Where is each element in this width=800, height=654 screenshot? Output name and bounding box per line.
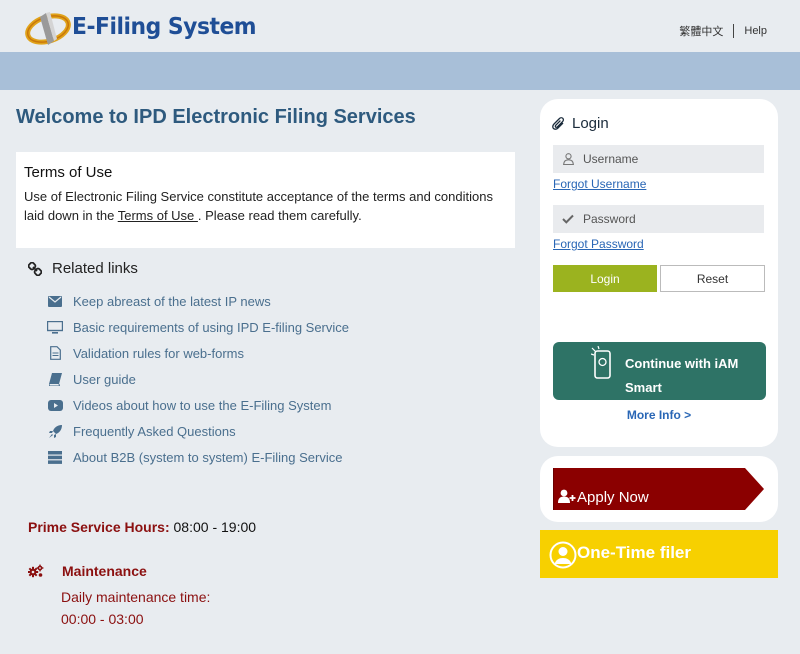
terms-text: Use of Electronic Filing Service constit…	[24, 187, 507, 225]
maintenance-line-1: Daily maintenance time:	[61, 589, 211, 605]
password-field	[553, 205, 764, 233]
apply-now-card: Apply Now	[540, 456, 778, 522]
related-link-videos[interactable]: Videos about how to use the E-Filing Sys…	[46, 392, 349, 418]
related-link-faq[interactable]: Frequently Asked Questions	[46, 418, 349, 444]
login-button[interactable]: Login	[553, 265, 657, 292]
reset-button[interactable]: Reset	[660, 265, 765, 292]
related-link-label: User guide	[73, 371, 136, 387]
divider	[733, 24, 735, 38]
apply-now-button[interactable]: Apply Now	[552, 468, 765, 510]
prime-value: 08:00 - 19:00	[169, 519, 257, 535]
maintenance-info: Daily maintenance time: 00:00 - 03:00	[61, 586, 210, 630]
related-link-user-guide[interactable]: User guide	[46, 366, 349, 392]
rocket-icon	[46, 424, 64, 438]
youtube-icon	[46, 399, 64, 411]
iam-smart-button[interactable]: Continue with iAM Smart	[553, 342, 766, 400]
one-time-filer-label: One-Time filer	[577, 543, 691, 562]
efiling-logo[interactable]: E-Filing System	[24, 6, 266, 48]
related-link-label: Basic requirements of using IPD E-filing…	[73, 319, 350, 335]
login-card: Login Forgot Username Forgot Password Lo…	[540, 99, 778, 447]
header-band	[0, 52, 800, 90]
related-links-list: Keep abreast of the latest IP news Basic…	[46, 288, 349, 470]
related-link-label: Videos about how to use the E-Filing Sys…	[73, 397, 332, 413]
related-link-label: Frequently Asked Questions	[73, 423, 236, 439]
password-input[interactable]	[583, 212, 743, 226]
related-links-heading: Related links	[28, 260, 138, 277]
apply-now-label: Apply Now	[577, 489, 649, 506]
maintenance-title: Maintenance	[62, 563, 147, 579]
terms-of-use-link[interactable]: Terms of Use	[118, 208, 198, 223]
iam-smart-phone-icon	[590, 345, 615, 383]
forgot-username-link[interactable]: Forgot Username	[553, 177, 646, 191]
username-input[interactable]	[583, 152, 743, 166]
more-info-link[interactable]: More Info >	[540, 408, 778, 422]
user-circle-icon	[549, 541, 577, 574]
maintenance-line-2: 00:00 - 03:00	[61, 611, 144, 627]
related-link-news[interactable]: Keep abreast of the latest IP news	[46, 288, 349, 314]
prime-label: Prime Service Hours:	[28, 519, 170, 535]
login-heading: Login	[552, 115, 609, 132]
link-icon	[28, 261, 42, 276]
terms-of-use-box: Terms of Use Use of Electronic Filing Se…	[16, 152, 515, 248]
maintenance-heading: Maintenance	[28, 563, 147, 579]
paperclip-icon	[552, 116, 565, 130]
top-links: 繁體中文 Help	[679, 23, 767, 39]
one-time-filer-button[interactable]: One-Time filer	[540, 530, 778, 578]
logo-text: E-Filing System	[72, 14, 257, 40]
related-links-title: Related links	[52, 260, 138, 277]
page-title: Welcome to IPD Electronic Filing Service…	[16, 106, 416, 128]
user-icon	[561, 153, 575, 165]
related-link-label: About B2B (system to system) E-Filing Se…	[73, 449, 343, 465]
add-user-icon	[558, 489, 576, 508]
login-title: Login	[572, 115, 609, 132]
related-link-b2b[interactable]: About B2B (system to system) E-Filing Se…	[46, 444, 349, 470]
related-link-label: Validation rules for web-forms	[73, 345, 244, 361]
language-link[interactable]: 繁體中文	[679, 23, 723, 39]
check-icon	[561, 214, 575, 224]
username-field	[553, 145, 764, 173]
prime-service-hours: Prime Service Hours: 08:00 - 19:00	[28, 519, 256, 535]
related-link-requirements[interactable]: Basic requirements of using IPD E-filing…	[46, 314, 349, 340]
related-link-label: Keep abreast of the latest IP news	[73, 293, 271, 309]
header: E-Filing System 繁體中文 Help	[0, 0, 800, 52]
iam-smart-label: Continue with iAM Smart	[625, 356, 739, 395]
monitor-icon	[46, 320, 64, 334]
server-icon	[46, 450, 64, 464]
envelope-icon	[46, 295, 64, 307]
logo-ring-icon	[24, 7, 76, 47]
terms-heading: Terms of Use	[24, 164, 113, 181]
book-icon	[46, 372, 64, 386]
document-icon	[46, 346, 64, 360]
terms-text-after: . Please read them carefully.	[197, 208, 362, 223]
help-link[interactable]: Help	[744, 25, 767, 37]
forgot-password-link[interactable]: Forgot Password	[553, 237, 644, 251]
gears-icon	[28, 564, 44, 578]
related-link-validation[interactable]: Validation rules for web-forms	[46, 340, 349, 366]
